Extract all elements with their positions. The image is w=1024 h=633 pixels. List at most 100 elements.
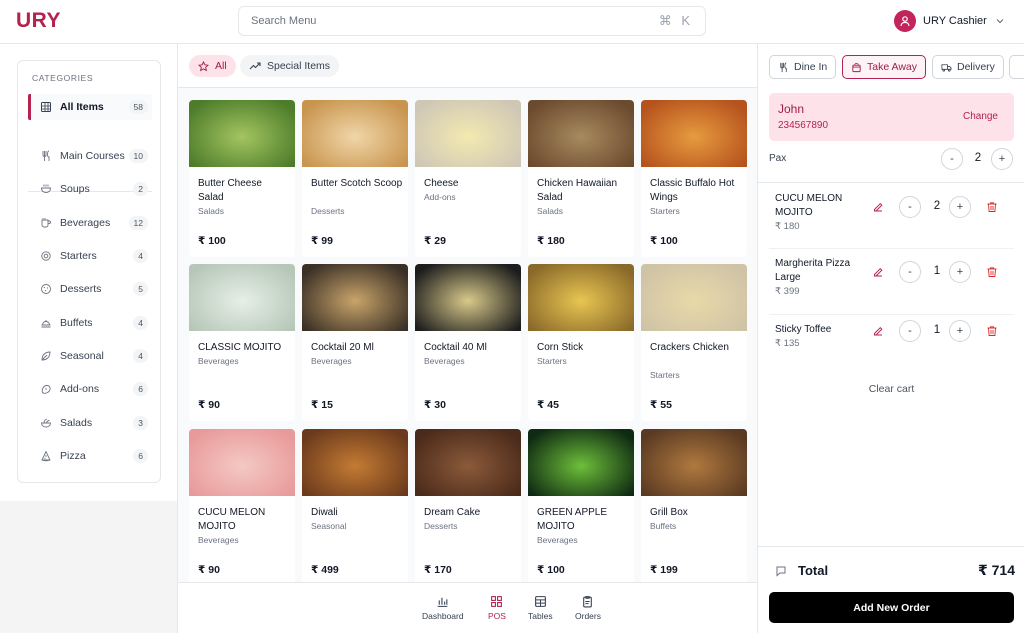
- trash-icon: [987, 326, 997, 336]
- menu-item-card[interactable]: Cocktail 20 Ml Beverages ₹ 15: [302, 264, 408, 421]
- clear-cart-button[interactable]: Clear cart: [758, 383, 1024, 395]
- sidebar-item-buffets[interactable]: Buffets 4: [28, 310, 152, 336]
- edit-icon[interactable]: [872, 325, 886, 339]
- order-tab-take-away[interactable]: Take Away: [842, 55, 927, 79]
- sidebar-item-main-courses[interactable]: Main Courses 10: [28, 143, 152, 169]
- edit-icon[interactable]: [872, 201, 886, 215]
- sidebar-item-desserts[interactable]: Desserts 5: [28, 276, 152, 302]
- menu-item-category: Desserts: [424, 521, 458, 531]
- sidebar-item-all-items[interactable]: All Items 58: [28, 94, 152, 120]
- pax-decrement-button[interactable]: -: [941, 148, 963, 170]
- menu-item-name: Chicken Hawaiian Salad: [537, 178, 618, 203]
- sidebar-item-count: 5: [133, 282, 148, 296]
- trash-icon[interactable]: [986, 201, 1000, 215]
- trash-icon[interactable]: [986, 266, 1000, 280]
- menu-item-image: [189, 264, 295, 331]
- order-tab-dine-in[interactable]: Dine In: [769, 55, 837, 79]
- menu-item-category: Starters: [650, 370, 680, 380]
- menu-item-card[interactable]: Diwali Seasonal ₹ 499: [302, 429, 408, 582]
- grid-icon: [40, 101, 52, 113]
- utensils-icon: [40, 150, 52, 162]
- menu-item-name: Diwali: [311, 507, 338, 518]
- app-logo[interactable]: URY: [16, 9, 61, 33]
- search-placeholder: Search Menu: [251, 15, 317, 27]
- sidebar-item-label: Salads: [60, 417, 93, 429]
- user-menu[interactable]: URY Cashier: [894, 10, 1004, 32]
- bottom-nav: Dashboard POS Tables Orders: [178, 582, 757, 633]
- pos-grid-icon: [491, 596, 503, 607]
- edit-icon[interactable]: [872, 266, 886, 280]
- cart-item-increment-button[interactable]: +: [949, 196, 971, 218]
- menu-item-price: ₹ 45: [537, 399, 559, 411]
- menu-item-price: ₹ 170: [424, 564, 452, 576]
- menu-item-card[interactable]: Butter Scotch Scoop Desserts ₹ 99: [302, 100, 408, 257]
- sidebar-item-add-ons[interactable]: Add-ons 6: [28, 376, 152, 402]
- cart-item-decrement-button[interactable]: -: [899, 261, 921, 283]
- user-name: URY Cashier: [923, 15, 987, 27]
- menu-item-name: Cheese: [424, 178, 459, 189]
- menu-item-card[interactable]: GREEN APPLE MOJITO Beverages ₹ 100: [528, 429, 634, 582]
- cart-item-increment-button[interactable]: +: [949, 320, 971, 342]
- sidebar-item-soups[interactable]: Soups 2: [28, 176, 152, 202]
- menu-item-price: ₹ 180: [537, 235, 565, 247]
- menu-item-card[interactable]: Dream Cake Desserts ₹ 170: [415, 429, 521, 582]
- menu-item-card[interactable]: CLASSIC MOJITO Beverages ₹ 90: [189, 264, 295, 421]
- divider: [769, 248, 1014, 249]
- sidebar-item-pizza[interactable]: Pizza 6: [28, 443, 152, 469]
- menu-item-name: Cocktail 20 Ml: [311, 342, 374, 353]
- edit-icon: [874, 202, 883, 212]
- sidebar-item-count: 12: [128, 216, 148, 230]
- trash-icon[interactable]: [986, 325, 1000, 339]
- add-new-order-button[interactable]: Add New Order: [769, 592, 1014, 623]
- cart-item-name: Sticky Toffee: [775, 324, 832, 335]
- cart-item-increment-button[interactable]: +: [949, 261, 971, 283]
- cart-item-price: ₹ 180: [775, 221, 800, 232]
- addon-icon: [40, 383, 52, 395]
- categories-panel: CATEGORIES All Items 58 Main Courses 10 Soup…: [17, 60, 161, 483]
- sidebar-item-beverages[interactable]: Beverages 12: [28, 210, 152, 236]
- nav-orders[interactable]: Orders: [575, 595, 601, 621]
- menu-item-card[interactable]: Butter Cheese Salad Salads ₹ 100: [189, 100, 295, 257]
- comment-icon: [776, 566, 786, 577]
- filter-special-button[interactable]: Special Items: [240, 55, 340, 77]
- chart-icon: [437, 597, 448, 607]
- pax-increment-button[interactable]: +: [991, 148, 1013, 170]
- menu-item-card[interactable]: Crackers Chicken Starters ₹ 55: [641, 264, 747, 421]
- nav-dashboard[interactable]: Dashboard: [422, 595, 464, 621]
- table-icon: [534, 596, 546, 607]
- menu-item-card[interactable]: CUCU MELON MOJITO Beverages ₹ 90: [189, 429, 295, 582]
- sidebar-item-salads[interactable]: Salads 3: [28, 410, 152, 436]
- menu-item-image: [189, 429, 295, 496]
- search-input[interactable]: Search Menu ⌘ K: [238, 6, 706, 36]
- menu-item-image: [302, 100, 408, 167]
- nav-pos[interactable]: POS: [488, 595, 506, 621]
- total-value: ₹ 714: [978, 562, 1015, 578]
- buffet-icon: [41, 320, 51, 328]
- filter-all-button[interactable]: All: [189, 55, 236, 77]
- menu-item-image: [641, 264, 747, 331]
- order-tab-more[interactable]: [1009, 55, 1024, 79]
- sidebar-item-seasonal[interactable]: Seasonal 4: [28, 343, 152, 369]
- menu-item-category: Salads: [198, 206, 224, 216]
- order-tab-delivery[interactable]: Delivery: [932, 55, 1004, 79]
- pax-label: Pax: [769, 153, 787, 164]
- menu-item-image: [189, 100, 295, 167]
- nav-tables[interactable]: Tables: [528, 595, 553, 621]
- change-customer-button[interactable]: Change: [963, 111, 998, 122]
- order-panel: Dine In Take Away Delivery John 234567890 …: [757, 44, 1024, 633]
- menu-item-card[interactable]: Cheese Add-ons ₹ 29: [415, 100, 521, 257]
- cart-item-decrement-button[interactable]: -: [899, 196, 921, 218]
- menu-item-price: ₹ 100: [537, 564, 565, 576]
- menu-item-card[interactable]: Cocktail 40 Ml Beverages ₹ 30: [415, 264, 521, 421]
- salad-icon: [40, 417, 52, 429]
- menu-item-card[interactable]: Chicken Hawaiian Salad Salads ₹ 180: [528, 100, 634, 257]
- menu-item-card[interactable]: Classic Buffalo Hot Wings Starters ₹ 100: [641, 100, 747, 257]
- menu-item-card[interactable]: Corn Stick Starters ₹ 45: [528, 264, 634, 421]
- sidebar-item-label: Starters: [60, 250, 97, 262]
- menu-item-category: Starters: [650, 206, 680, 216]
- menu-item-card[interactable]: Grill Box Buffets ₹ 199: [641, 429, 747, 582]
- sidebar-item-starters[interactable]: Starters 4: [28, 243, 152, 269]
- menu-item-price: ₹ 90: [198, 564, 220, 576]
- cart-item-decrement-button[interactable]: -: [899, 320, 921, 342]
- menu-item-category: Starters: [537, 356, 567, 366]
